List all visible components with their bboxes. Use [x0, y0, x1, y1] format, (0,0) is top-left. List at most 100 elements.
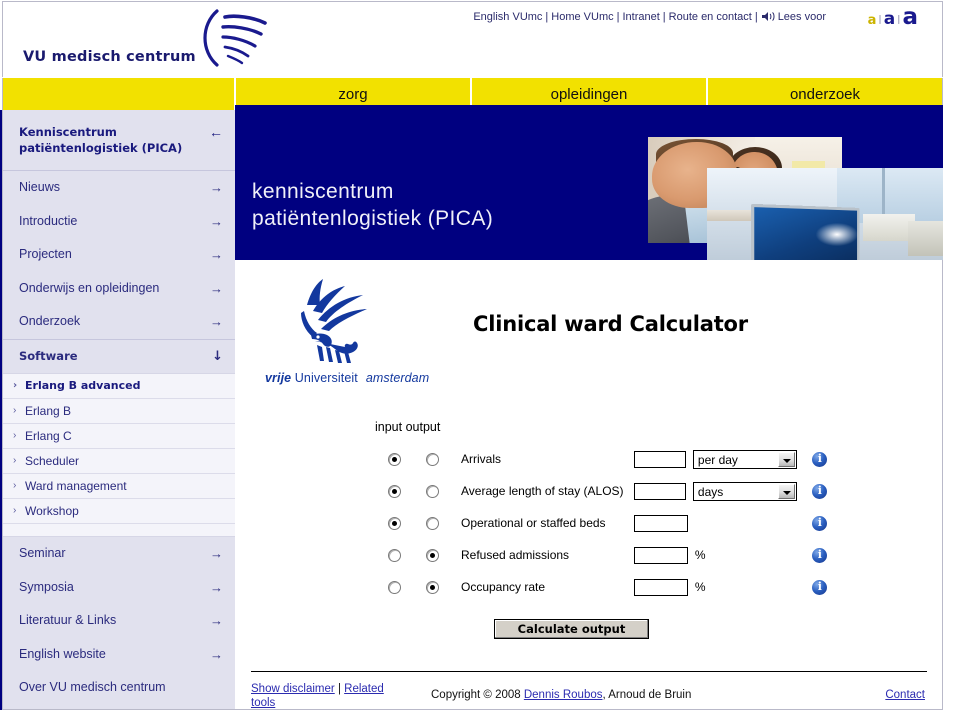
sidebar-item-nieuws[interactable]: Nieuws →: [3, 171, 235, 205]
sidebar-subitem-erlang-b-advanced[interactable]: › Erlang B advanced: [3, 374, 235, 399]
sidebar-item-english-website[interactable]: English website →: [3, 637, 235, 671]
form-row-alos: Average length of stay (ALOS) days: [375, 475, 843, 507]
info-icon[interactable]: [812, 579, 828, 595]
top-link-intranet[interactable]: Intranet: [622, 11, 659, 23]
vu-logo-vrije: vrije: [265, 371, 292, 385]
sidebar-item-seminar[interactable]: Seminar →: [3, 537, 235, 571]
sidebar-item-over-vu-medisch-centrum[interactable]: Over VU medisch centrum: [3, 671, 235, 705]
sidebar-subitem-label: Erlang B: [25, 404, 72, 418]
sidebar-software-submenu: › Erlang B advanced › Erlang B › Erlang …: [3, 373, 235, 537]
contact-link[interactable]: Contact: [885, 689, 925, 701]
vu-logo-universiteit: Universiteit: [294, 371, 358, 385]
info-icon[interactable]: [812, 515, 828, 531]
input-radio-refused-admissions[interactable]: [387, 549, 401, 563]
banner-title-line1: kenniscentrum: [252, 180, 394, 203]
output-radio-arrivals[interactable]: [425, 453, 439, 467]
sidebar-subitem-ward-management[interactable]: › Ward management: [3, 474, 235, 499]
refused-admissions-input[interactable]: [633, 546, 688, 564]
chevron-right-icon: ›: [13, 430, 17, 441]
alos-input[interactable]: [633, 482, 686, 500]
sidebar-subitem-label: Ward management: [25, 479, 127, 493]
chevron-down-icon[interactable]: [777, 451, 795, 467]
sidebar-lower-group: Seminar → Symposia → Literatuur & Links …: [3, 537, 235, 705]
input-radio-arrivals[interactable]: [387, 453, 401, 467]
sidebar-subitem-erlang-b[interactable]: › Erlang B: [3, 399, 235, 424]
top-link-route-en-contact[interactable]: Route en contact: [669, 11, 752, 23]
sidebar-subitem-workshop[interactable]: › Workshop: [3, 499, 235, 524]
laptop-in-lab-photo: [707, 168, 943, 260]
sidebar-header[interactable]: Kenniscentrum patiëntenlogistiek (PICA) …: [3, 110, 235, 171]
output-radio-beds[interactable]: [425, 517, 439, 531]
top-link-home-vumc[interactable]: Home VUmc: [551, 11, 613, 23]
dennis-roubos-link[interactable]: Dennis Roubos: [524, 689, 603, 701]
sidebar-item-literatuur-en-links[interactable]: Literatuur & Links →: [3, 604, 235, 638]
font-size-divider: |: [878, 15, 882, 25]
form-row-arrivals: Arrivals per day: [375, 443, 843, 475]
sidebar-subitem-label: Erlang B advanced: [25, 379, 141, 392]
top-link-separator: |: [545, 11, 549, 23]
top-link-separator: |: [754, 11, 758, 23]
alos-unit-value: days: [697, 484, 724, 499]
arrow-down-icon: ↓: [212, 348, 223, 364]
input-radio-beds[interactable]: [387, 517, 401, 531]
arrow-right-icon: →: [210, 646, 223, 662]
output-radio-alos[interactable]: [425, 485, 439, 499]
arrow-right-icon: →: [210, 180, 223, 195]
chevron-right-icon: ›: [13, 380, 18, 391]
input-radio-alos[interactable]: [387, 485, 401, 499]
row-label-occupancy-rate: Occupancy rate: [461, 580, 546, 594]
chevron-down-icon[interactable]: [777, 483, 795, 499]
font-size-large-button[interactable]: a: [902, 4, 918, 30]
sidebar-item-projecten[interactable]: Projecten →: [3, 238, 235, 272]
sidebar-header-line1: Kenniscentrum: [19, 125, 117, 139]
arrow-left-icon: ←: [209, 124, 223, 140]
arrivals-unit-value: per day: [697, 452, 738, 467]
sidebar-item-onderzoek[interactable]: Onderzoek →: [3, 305, 235, 339]
top-link-separator: |: [662, 11, 666, 23]
footer-contact: Contact: [885, 689, 925, 701]
vu-logo-text: vrije Universiteit amsterdam: [265, 371, 455, 385]
page-bottom-margin: [0, 710, 960, 720]
row-label-arrivals: Arrivals: [461, 452, 502, 466]
info-icon[interactable]: [812, 451, 828, 467]
sidebar-item-label: Literatuur & Links: [19, 613, 117, 627]
font-size-widget: a | a |a: [868, 4, 918, 30]
beds-input[interactable]: [633, 514, 688, 532]
form-row-occupancy-rate: Occupancy rate %: [375, 571, 843, 603]
sidebar-item-label: Symposia: [19, 579, 74, 594]
sidebar-item-software[interactable]: Software ↓: [3, 338, 235, 373]
sidebar-item-introductie[interactable]: Introductie →: [3, 204, 235, 238]
occupancy-rate-input[interactable]: [633, 578, 688, 596]
sidebar-subitem-erlang-c[interactable]: › Erlang C: [3, 424, 235, 449]
sidebar-item-label: Over VU medisch centrum: [19, 680, 166, 694]
sidebar-item-onderwijs-en-opleidingen[interactable]: Onderwijs en opleidingen →: [3, 271, 235, 305]
banner-title: kenniscentrum patiëntenlogistiek (PICA): [252, 178, 493, 232]
percent-suffix: %: [694, 580, 706, 594]
info-icon[interactable]: [812, 547, 828, 563]
arrivals-unit-select[interactable]: per day: [692, 449, 797, 469]
font-size-medium-button[interactable]: a: [884, 9, 895, 29]
sidebar-item-label: English website: [19, 646, 106, 661]
chevron-right-icon: ›: [13, 505, 17, 516]
row-label-beds: Operational or staffed beds: [461, 516, 606, 530]
copyright-prefix: Copyright © 2008: [431, 689, 524, 701]
top-link-english-vumc[interactable]: English VUmc: [473, 11, 542, 23]
right-white-strip: [943, 110, 960, 710]
calculator-form: Arrivals per day Average length of stay …: [375, 443, 843, 603]
info-icon[interactable]: [812, 483, 828, 499]
arrow-right-icon: →: [210, 314, 223, 329]
calculate-output-button[interactable]: Calculate output: [494, 619, 649, 639]
sidebar-item-label: Onderzoek: [19, 314, 81, 328]
output-radio-occupancy-rate[interactable]: [425, 581, 439, 595]
arrivals-input[interactable]: [633, 450, 686, 468]
top-link-lees-voor[interactable]: Lees voor: [778, 11, 826, 23]
sidebar-item-symposia[interactable]: Symposia →: [3, 570, 235, 604]
input-radio-occupancy-rate[interactable]: [387, 581, 401, 595]
sidebar-subitem-scheduler[interactable]: › Scheduler: [3, 449, 235, 474]
arrow-right-icon: →: [210, 280, 223, 296]
form-row-refused-admissions: Refused admissions %: [375, 539, 843, 571]
output-radio-refused-admissions[interactable]: [425, 549, 439, 563]
arrow-right-icon: →: [210, 613, 223, 628]
show-disclaimer-link[interactable]: Show disclaimer: [251, 683, 335, 695]
alos-unit-select[interactable]: days: [692, 481, 797, 501]
